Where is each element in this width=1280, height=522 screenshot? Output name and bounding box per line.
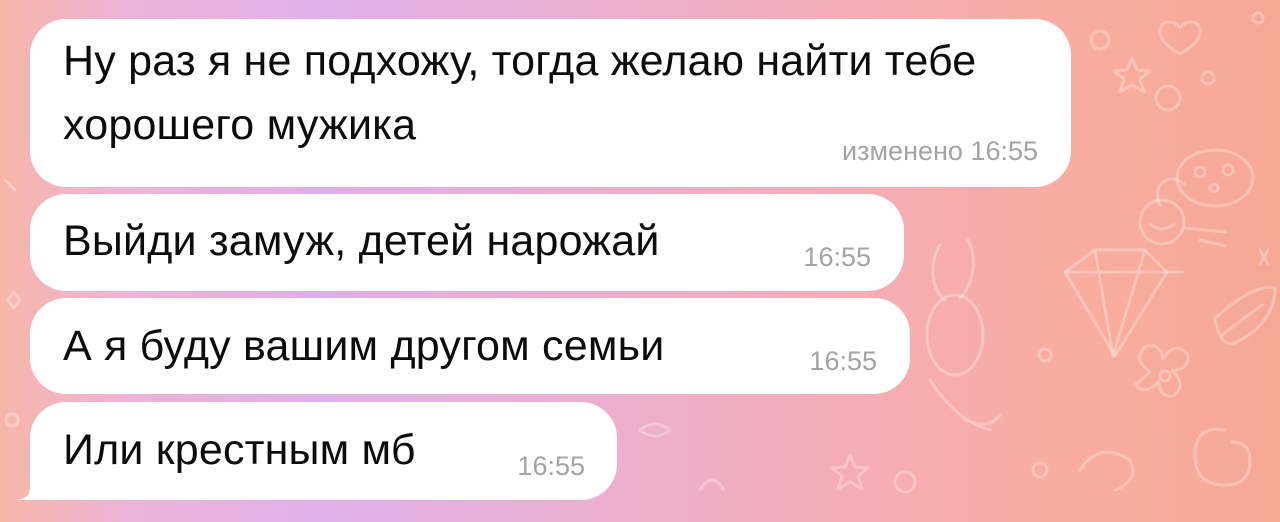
message-bubble[interactable]: Ну раз я не подхожу, тогда желаю найти т… [30, 19, 1071, 187]
message-bubble[interactable]: Выйди замуж, детей нарожай 16:55 [30, 194, 904, 291]
message-bubble[interactable]: А я буду вашим другом семьи 16:55 [30, 298, 910, 394]
message-time: 16:55 [517, 451, 585, 481]
message-time: 16:55 [803, 242, 871, 272]
message-edited-time: изменено 16:55 [842, 136, 1038, 166]
message-text: Выйди замуж, детей нарожай [63, 217, 660, 265]
message-bubble-last[interactable]: Или крестным мб 16:55 [30, 402, 617, 500]
message-text: А я буду вашим другом семьи [63, 322, 665, 370]
message-text: Или крестным мб [63, 426, 416, 474]
bubble-tail [17, 474, 47, 500]
message-time: 16:55 [809, 346, 877, 376]
